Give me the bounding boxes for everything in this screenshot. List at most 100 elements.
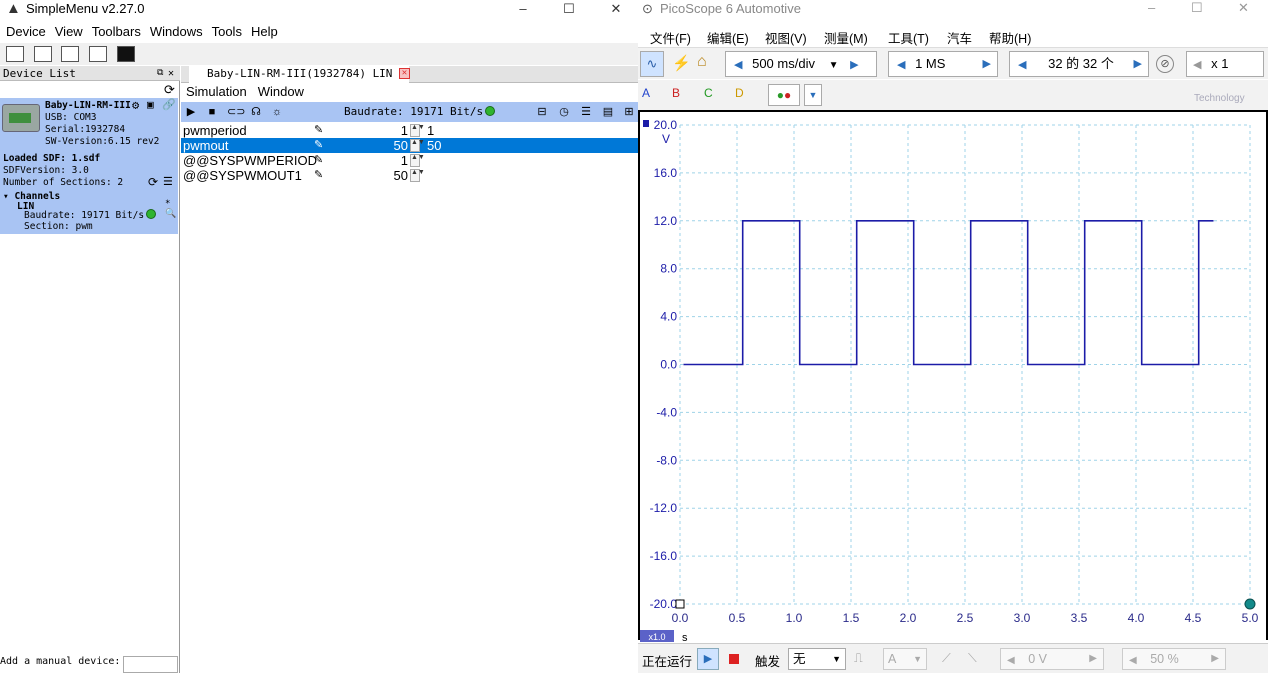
menu-simulation[interactable]: Simulation (186, 84, 247, 99)
buffer-navigator[interactable]: ◀ 32 的 32 个 ▶ (1009, 51, 1149, 77)
probe-icon[interactable]: ⚡ (672, 54, 691, 72)
table-icon[interactable]: ⊞ (622, 105, 636, 119)
menu-help[interactable]: Help (251, 22, 278, 42)
reload-icon[interactable]: ⟳ (148, 175, 158, 189)
spinner-icon[interactable]: ▲▼ (410, 124, 425, 137)
float-panel-icon[interactable]: ⧉ (157, 66, 163, 81)
document-icon[interactable]: ▤ (601, 105, 615, 119)
signal-row[interactable]: @@SYSPWMOUT1 ✎ 50 ▲▼ (181, 168, 638, 183)
signal-row-selected[interactable]: pwmout ✎ 50 ▲▼ 50 (181, 138, 638, 153)
menu-tools[interactable]: 工具(T) (888, 28, 929, 47)
prev-arrow-icon[interactable]: ◀ (1018, 59, 1026, 71)
scope-mode-icon[interactable]: ∿ (640, 51, 664, 77)
sleep-icon[interactable]: ☼ (270, 105, 284, 119)
link-icon[interactable]: ⊂⊃ (227, 105, 245, 119)
prev-arrow-icon[interactable]: ◀ (1129, 655, 1137, 666)
cascade-windows-icon[interactable] (88, 46, 107, 62)
menu-view[interactable]: View (55, 22, 83, 42)
spinner-icon[interactable]: ▲▼ (410, 169, 425, 182)
stop-icon[interactable] (729, 654, 739, 664)
tab-close-icon[interactable]: ✕ (399, 68, 410, 79)
edit-pencil-icon[interactable]: ✎ (314, 138, 323, 153)
menu-tools[interactable]: Tools (212, 22, 242, 42)
bus-icon[interactable]: ⊟ (535, 105, 549, 119)
menu-windows[interactable]: Windows (150, 22, 203, 42)
menu-file[interactable]: 文件(F) (650, 28, 691, 47)
tab-baby-lin[interactable]: Baby-LIN-RM-III(1932784) LIN ✕ (189, 66, 410, 83)
scope-view[interactable]: 0.0 0.5 1.0 1.5 2.0 2.5 3.0 3.5 4.0 4.5 5.0 20.0 16.… (638, 110, 1268, 642)
next-arrow-icon[interactable]: ▶ (983, 52, 991, 76)
dropdown-icon[interactable]: ▼ (804, 84, 822, 106)
dropdown-icon[interactable]: ▼ (829, 60, 839, 71)
next-arrow-icon[interactable]: ▶ (1211, 649, 1219, 669)
signal-row[interactable]: pwmperiod ✎ 1 ▲▼ 1 (181, 123, 638, 138)
next-arrow-icon[interactable]: ▶ (1134, 52, 1142, 76)
signal-value[interactable]: 50 (326, 138, 408, 153)
pico-close-button[interactable]: ✕ (1238, 0, 1249, 16)
close-panel-icon[interactable]: ✕ (168, 66, 174, 81)
trigger-edge-icon[interactable]: ⎍ (854, 651, 863, 666)
rising-edge-icon[interactable]: ⟋ (942, 651, 951, 666)
menu-toolbars[interactable]: Toolbars (92, 22, 141, 42)
menu-view[interactable]: 视图(V) (765, 28, 807, 47)
stop-icon[interactable]: ■ (205, 105, 219, 119)
clock-icon[interactable]: ◷ (557, 105, 571, 119)
channel-c-button[interactable]: C (704, 86, 713, 100)
search-icon[interactable]: *🔍 (165, 199, 178, 219)
close-button[interactable]: ✕ (606, 1, 626, 17)
zoom-select[interactable]: ◀ x 1 (1186, 51, 1264, 77)
signal-value[interactable]: 1 (326, 123, 408, 138)
prev-arrow-icon[interactable]: ◀ (1007, 655, 1015, 666)
link-icon[interactable]: 🔗 (162, 98, 176, 111)
pico-minimize-button[interactable]: – (1148, 0, 1155, 15)
home-icon[interactable]: ⌂ (697, 53, 707, 71)
refresh-icon[interactable]: ⟳ (164, 82, 175, 98)
prev-arrow-icon[interactable]: ◀ (897, 59, 905, 71)
spinner-icon[interactable]: ▲▼ (410, 154, 425, 167)
clapperboard-icon[interactable] (116, 46, 135, 62)
spinner-icon[interactable]: ▲▼ (410, 139, 425, 152)
trigger-level-input[interactable]: ◀ 0 V ▶ (1000, 648, 1104, 670)
prev-arrow-icon[interactable]: ◀ (1193, 59, 1201, 71)
layout-horizontal-icon[interactable] (6, 46, 24, 62)
next-arrow-icon[interactable]: ▶ (850, 59, 858, 71)
signal-value[interactable]: 1 (326, 153, 408, 168)
menu-window[interactable]: Window (258, 84, 304, 99)
minimize-button[interactable]: – (513, 1, 533, 16)
record-icon[interactable]: ●● (768, 84, 800, 106)
edit-pencil-icon[interactable]: ✎ (314, 168, 323, 183)
timebase-select[interactable]: ◀ 500 ms/div ▼ ▶ (725, 51, 877, 77)
menu-auto[interactable]: 汽车 (947, 28, 972, 47)
menu-measure[interactable]: 测量(M) (824, 28, 868, 47)
samples-select[interactable]: ◀ 1 MS ▶ (888, 51, 998, 77)
channel-a-button[interactable]: A (642, 86, 650, 100)
edit-sdf-icon[interactable]: ☰ (163, 175, 173, 188)
settings-gear-icon[interactable]: ⚙ (132, 98, 139, 112)
list-icon[interactable]: ☰ (579, 105, 593, 119)
trigger-channel-select[interactable]: A ▼ (883, 648, 927, 670)
next-arrow-icon[interactable]: ▶ (1089, 649, 1097, 669)
edit-pencil-icon[interactable]: ✎ (314, 153, 323, 168)
device-info-panel[interactable]: Baby-LIN-RM-III ⚙ ▣ 🔗 USB: COM3 Serial:1… (0, 98, 178, 234)
menu-edit[interactable]: 编辑(E) (707, 28, 749, 47)
channel-d-button[interactable]: D (735, 86, 744, 100)
trigger-mode-select[interactable]: 无 ▼ (788, 648, 846, 670)
menu-help[interactable]: 帮助(H) (989, 28, 1031, 47)
falling-edge-icon[interactable]: ⟍ (968, 651, 977, 666)
terminal-icon[interactable]: ▣ (147, 98, 154, 111)
layout-grid-icon[interactable] (61, 46, 80, 62)
play-icon[interactable]: ▶ (184, 105, 198, 119)
compass-icon[interactable]: ⊘ (1156, 55, 1174, 73)
prev-arrow-icon[interactable]: ◀ (734, 59, 742, 71)
layout-vertical-icon[interactable] (33, 46, 52, 62)
signal-value[interactable]: 50 (326, 168, 408, 183)
edit-pencil-icon[interactable]: ✎ (314, 123, 323, 138)
play-icon[interactable]: ▶ (697, 648, 719, 670)
wake-icon[interactable]: ☊ (249, 105, 263, 119)
maximize-button[interactable]: ☐ (559, 1, 579, 17)
channel-b-button[interactable]: B (672, 86, 680, 100)
pico-maximize-button[interactable]: ☐ (1191, 0, 1203, 16)
signal-row[interactable]: @@SYSPWMPERIOD ✎ 1 ▲▼ (181, 153, 638, 168)
pretrigger-input[interactable]: ◀ 50 % ▶ (1122, 648, 1226, 670)
manual-device-input[interactable] (123, 656, 178, 673)
